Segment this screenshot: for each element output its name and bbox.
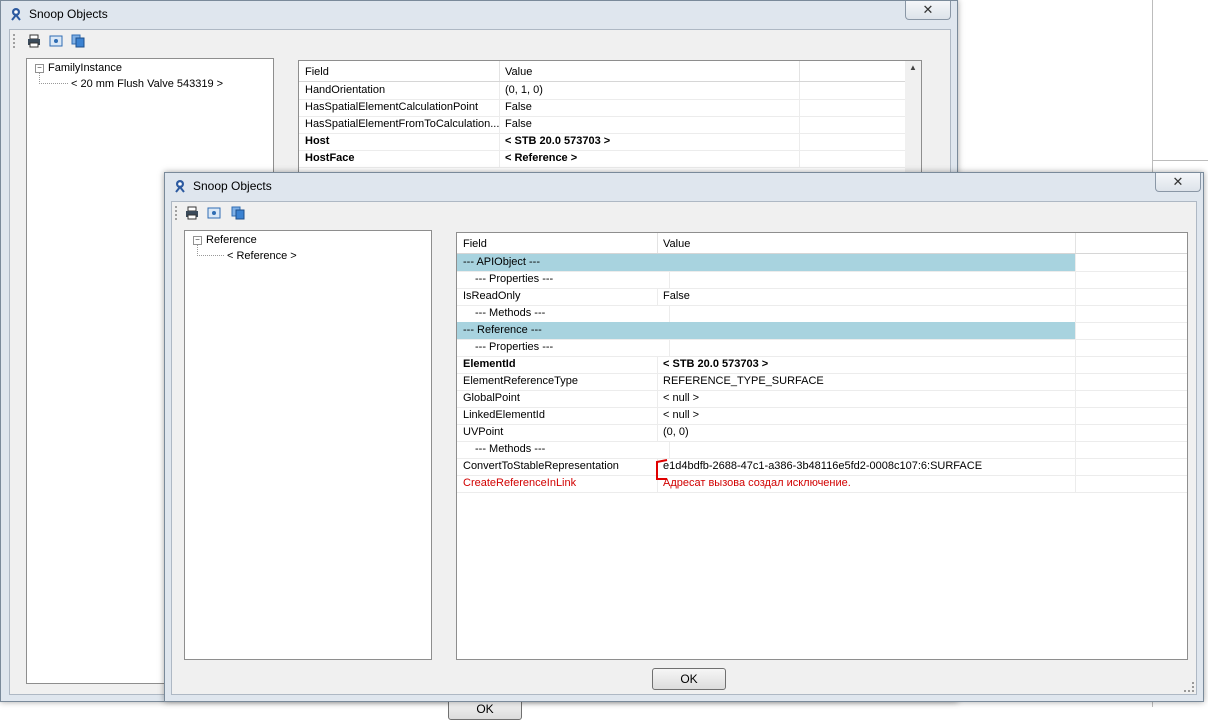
value-cell (657, 254, 1076, 271)
value-cell: < Reference > (499, 150, 800, 167)
toolbar (10, 30, 950, 52)
tree-connector (197, 245, 224, 256)
value-cell: REFERENCE_TYPE_SURFACE (657, 373, 1076, 390)
table-row[interactable]: HasSpatialElementFromToCalculation... Fal… (299, 116, 905, 134)
table-row[interactable]: HandOrientation (0, 1, 0) (299, 82, 905, 100)
value-cell (657, 271, 1076, 288)
value-cell (657, 441, 1076, 458)
field-cell: IsReadOnly (457, 288, 658, 305)
column-header-value[interactable]: Value (499, 61, 800, 81)
print-icon[interactable] (26, 33, 42, 49)
field-cell: HasSpatialElementCalculationPoint (299, 99, 500, 116)
object-tree[interactable]: − Reference < Reference > (184, 230, 432, 660)
snoop-icon (175, 180, 185, 193)
table-row[interactable]: ElementId < STB 20.0 573703 > (457, 356, 1187, 374)
snoop-icon (11, 8, 21, 21)
tree-item-label: < 20 mm Flush Valve 543319 > (71, 78, 224, 90)
table-row[interactable]: --- APIObject --- (457, 254, 1187, 272)
close-button[interactable]: ✕ (905, 1, 951, 20)
field-cell: UVPoint (457, 424, 658, 441)
table-row[interactable]: IsReadOnly False (457, 288, 1187, 306)
print-preview-icon[interactable] (206, 205, 222, 221)
desktop-divider (1152, 160, 1208, 161)
property-grid[interactable]: Field Value --- APIObject --- --- Proper… (456, 232, 1188, 660)
value-cell (657, 305, 1076, 322)
field-cell: --- Methods --- (457, 441, 670, 458)
field-cell: --- Properties --- (457, 271, 670, 288)
table-row[interactable]: UVPoint (0, 0) (457, 424, 1187, 442)
field-cell: HasSpatialElementFromToCalculation... (299, 116, 500, 133)
table-row[interactable]: HasSpatialElementCalculationPoint False (299, 99, 905, 117)
table-row[interactable]: CreateReferenceInLink Адресат вызова созд… (457, 475, 1187, 493)
tree-item-flush-valve[interactable]: < 20 mm Flush Valve 543319 > (71, 78, 223, 90)
column-header-value[interactable]: Value (657, 233, 1076, 253)
field-cell: Host (299, 133, 500, 150)
field-cell: HostFace (299, 150, 500, 167)
column-header-field[interactable]: Field (299, 61, 500, 81)
field-cell: CreateReferenceInLink (457, 475, 658, 492)
collapse-icon[interactable]: − (35, 63, 44, 73)
field-cell: --- APIObject --- (457, 254, 658, 271)
field-cell: HandOrientation (299, 82, 500, 99)
table-row[interactable]: --- Methods --- (457, 305, 1187, 323)
field-cell: LinkedElementId (457, 407, 658, 424)
title-bar[interactable]: Snoop Objects ✕ (1, 1, 957, 27)
value-cell: < null > (657, 390, 1076, 407)
ok-button[interactable]: OK (652, 668, 726, 690)
table-row[interactable]: ElementReferenceType REFERENCE_TYPE_SURFA… (457, 373, 1187, 391)
field-cell: ElementReferenceType (457, 373, 658, 390)
copy-icon[interactable] (70, 33, 86, 49)
toolbar-grip[interactable] (13, 34, 17, 48)
field-cell: ElementId (457, 356, 658, 373)
copy-icon[interactable] (230, 205, 246, 221)
window-client: − Reference < Reference > Field Value ---… (171, 201, 1197, 695)
field-cell: --- Methods --- (457, 305, 670, 322)
toolbar-grip[interactable] (175, 206, 179, 220)
print-icon[interactable] (184, 205, 200, 221)
column-header-field[interactable]: Field (457, 233, 658, 253)
value-cell: (0, 1, 0) (499, 82, 800, 99)
scroll-up-icon[interactable]: ▲ (905, 61, 921, 75)
tree-connector (39, 73, 68, 84)
table-row[interactable]: Host < STB 20.0 573703 > (299, 133, 905, 151)
print-preview-icon[interactable] (48, 33, 64, 49)
value-cell: e1d4bdfb-2688-47c1-a386-3b48116e5fd2-000… (657, 458, 1076, 475)
table-row[interactable]: LinkedElementId < null > (457, 407, 1187, 425)
window-title: Snoop Objects (29, 7, 108, 21)
table-row[interactable]: GlobalPoint < null > (457, 390, 1187, 408)
field-cell: --- Properties --- (457, 339, 670, 356)
value-cell: False (499, 99, 800, 116)
table-row[interactable]: ConvertToStableRepresentation e1d4bdfb-26… (457, 458, 1187, 476)
grid-header: Field Value (457, 233, 1187, 254)
collapse-icon[interactable]: − (193, 235, 202, 245)
field-cell: --- Reference --- (457, 322, 658, 339)
grid-header: Field Value (299, 61, 905, 82)
table-row[interactable]: --- Methods --- (457, 441, 1187, 459)
value-cell (657, 339, 1076, 356)
front-snoop-window: Snoop Objects ✕ − Reference < Reference > (164, 172, 1204, 702)
value-cell: (0, 0) (657, 424, 1076, 441)
value-cell (657, 322, 1076, 339)
close-button[interactable]: ✕ (1155, 173, 1201, 192)
value-cell: False (657, 288, 1076, 305)
value-cell: Адресат вызова создал исключение. (657, 475, 1076, 492)
table-row[interactable]: HostFace < Reference > (299, 150, 905, 168)
value-cell: < STB 20.0 573703 > (499, 133, 800, 150)
title-bar[interactable]: Snoop Objects ✕ (165, 173, 1203, 199)
toolbar (172, 202, 1196, 224)
resize-grip-icon[interactable] (1184, 682, 1194, 692)
value-cell: < null > (657, 407, 1076, 424)
value-cell: False (499, 116, 800, 133)
table-row[interactable]: --- Properties --- (457, 271, 1187, 289)
field-cell: GlobalPoint (457, 390, 658, 407)
field-cell: ConvertToStableRepresentation (457, 458, 658, 475)
table-row[interactable]: --- Reference --- (457, 322, 1187, 340)
tree-item-label: < Reference > (227, 250, 297, 262)
table-row[interactable]: --- Properties --- (457, 339, 1187, 357)
annotation-bracket (656, 459, 668, 480)
window-title: Snoop Objects (193, 179, 272, 193)
value-cell: < STB 20.0 573703 > (657, 356, 1076, 373)
tree-item-reference-child[interactable]: < Reference > (227, 250, 297, 262)
